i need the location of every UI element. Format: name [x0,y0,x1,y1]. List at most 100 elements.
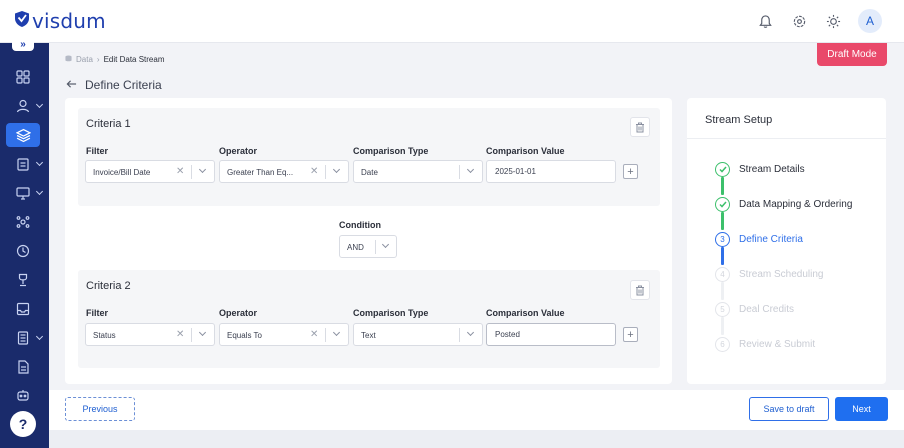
inbox-icon[interactable] [6,297,40,321]
clear-icon[interactable]: ✕ [176,166,184,177]
filter-value: Invoice/Bill Date [93,168,151,177]
trash-icon[interactable] [630,280,650,300]
filter-select[interactable]: Status ✕ [85,323,215,346]
chevron-down-icon[interactable] [466,328,475,337]
condition-label: Condition [339,220,381,230]
network-icon[interactable] [6,210,40,234]
step-label: Review & Submit [739,338,816,350]
operator-value: Equals To [227,331,262,340]
logo-text: visdum [32,9,106,33]
criteria-block-2: Criteria 2 Filter Operator Comparison Ty… [78,270,660,368]
chevron-down-icon[interactable] [332,165,341,174]
step-number: 5 [715,301,730,317]
filter-label: Filter [86,146,109,156]
comparison-type-value: Text [361,331,376,340]
criteria-title: Criteria 1 [86,118,131,130]
trophy-icon[interactable] [6,268,40,292]
clear-icon[interactable]: ✕ [176,329,184,340]
step-number: 3 [715,231,730,247]
chevron-down-icon[interactable] [466,165,475,174]
comparison-type-select[interactable]: Text [353,323,483,346]
filter-label: Filter [86,308,109,318]
add-condition-button[interactable]: + [623,327,638,342]
comparison-type-value: Date [361,168,378,177]
operator-label: Operator [219,308,258,318]
sidebar-collapse-button[interactable]: » [12,37,34,51]
dashboard-icon[interactable] [6,65,40,89]
step-label: Deal Credits [739,303,795,315]
comparison-value-label: Comparison Value [486,146,565,156]
step-define-criteria[interactable]: 3 Define Criteria [715,231,803,247]
step-deal-credits: 5 Deal Credits [715,301,794,317]
operator-label: Operator [219,146,258,156]
sidebar: » ? [0,37,49,448]
logo[interactable]: visdum [14,9,106,33]
clear-icon[interactable]: ✕ [310,329,318,340]
breadcrumb-separator-icon: › [96,55,100,64]
comparison-type-label: Comparison Type [353,308,429,318]
layers-icon[interactable] [6,123,40,147]
document-icon[interactable] [6,355,40,379]
bell-icon[interactable] [756,12,774,30]
operator-value: Greater Than Eq... [227,168,294,177]
step-label: Stream Scheduling [739,268,824,280]
comparison-type-label: Comparison Type [353,146,429,156]
clear-icon[interactable]: ✕ [310,166,318,177]
user-avatar[interactable]: A [858,9,882,33]
chevron-down-icon[interactable] [198,328,207,337]
monitor-icon[interactable] [6,181,44,205]
chevron-down-icon[interactable] [381,240,390,249]
theme-sun-icon[interactable] [824,12,842,30]
step-review-submit: 6 Review & Submit [715,336,815,352]
breadcrumb-current: Edit Data Stream [103,55,165,64]
previous-button[interactable]: Previous [65,397,135,421]
chevron-down-icon[interactable] [332,328,341,337]
bot-icon[interactable] [6,384,40,408]
criteria-card: Criteria 1 Filter Operator Comparison Ty… [65,98,672,384]
operator-select[interactable]: Equals To ✕ [219,323,349,346]
step-number: 6 [715,336,730,352]
breadcrumb-root[interactable]: Data [76,55,93,64]
step-label: Stream Details [739,163,805,175]
comparison-value-label: Comparison Value [486,308,565,318]
stream-setup-panel: Stream Setup Stream Details Data Mapping… [687,98,886,384]
comparison-value-input[interactable] [486,323,616,346]
back-arrow-icon[interactable] [66,76,77,94]
user-icon[interactable] [6,94,44,118]
step-label: Define Criteria [739,233,803,245]
page-title: Define Criteria [85,78,162,92]
criteria-title: Criteria 2 [86,280,131,292]
filter-value: Status [93,331,116,340]
shield-logo-icon [14,10,30,33]
footer-bar: Previous Save to draft Next [49,390,904,430]
check-icon [715,161,730,177]
clock-icon[interactable] [6,239,40,263]
comparison-type-select[interactable]: Date [353,160,483,183]
condition-value: AND [347,243,364,252]
stream-setup-title: Stream Setup [705,114,773,126]
help-button[interactable]: ? [10,411,36,437]
add-condition-button[interactable]: + [623,164,638,179]
trash-icon[interactable] [630,117,650,137]
step-stream-details[interactable]: Stream Details [715,161,805,177]
check-icon [715,196,730,212]
step-label: Data Mapping & Ordering [739,198,853,210]
chevron-down-icon[interactable] [198,165,207,174]
step-number: 4 [715,266,730,282]
condition-select[interactable]: AND [339,235,397,258]
settings-gear-icon[interactable] [790,12,808,30]
breadcrumb: Data › Edit Data Stream [65,55,165,64]
step-data-mapping[interactable]: Data Mapping & Ordering [715,196,852,212]
top-bar: visdum A [0,0,904,43]
filter-select[interactable]: Invoice/Bill Date ✕ [85,160,215,183]
comparison-value-input[interactable] [486,160,616,183]
calculator-icon[interactable] [6,326,44,350]
step-stream-scheduling: 4 Stream Scheduling [715,266,824,282]
criteria-block-1: Criteria 1 Filter Operator Comparison Ty… [78,108,660,206]
operator-select[interactable]: Greater Than Eq... ✕ [219,160,349,183]
save-to-draft-button[interactable]: Save to draft [749,397,829,421]
next-button[interactable]: Next [835,397,888,421]
draft-mode-badge: Draft Mode [817,43,887,66]
clipboard-icon[interactable] [6,152,44,176]
database-icon [65,55,72,64]
